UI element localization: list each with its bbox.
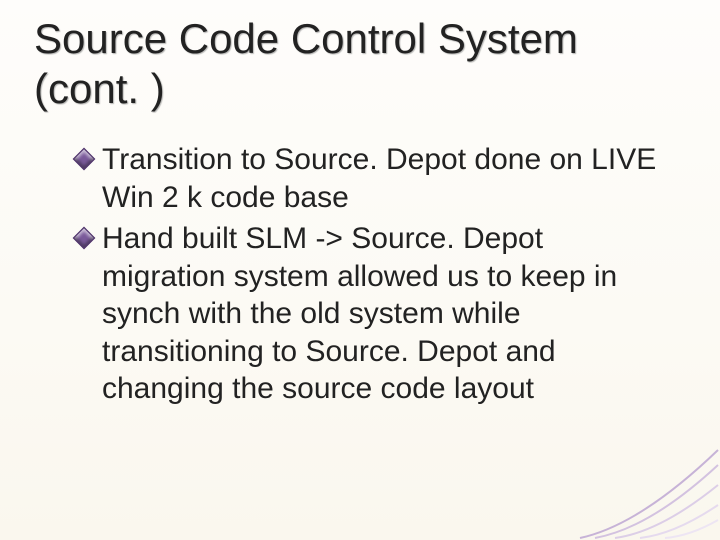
slide: Source Code Control System (cont. ) Tran… xyxy=(0,0,720,540)
slide-title: Source Code Control System (cont. ) xyxy=(34,14,680,113)
title-line-1: Source Code Control System xyxy=(34,14,680,64)
list-item: Transition to Source. Depot done on LIVE… xyxy=(74,141,668,216)
bullet-text: Transition to Source. Depot done on LIVE… xyxy=(102,143,656,214)
diamond-bullet-icon xyxy=(73,227,96,250)
bullet-text: Hand built SLM -> Source. Depot migratio… xyxy=(102,222,617,405)
list-item: Hand built SLM -> Source. Depot migratio… xyxy=(74,220,668,408)
title-line-2: (cont. ) xyxy=(34,64,680,114)
bullet-list: Transition to Source. Depot done on LIVE… xyxy=(74,141,668,408)
diamond-bullet-icon xyxy=(73,148,96,171)
decorative-corner-icon xyxy=(560,410,720,540)
